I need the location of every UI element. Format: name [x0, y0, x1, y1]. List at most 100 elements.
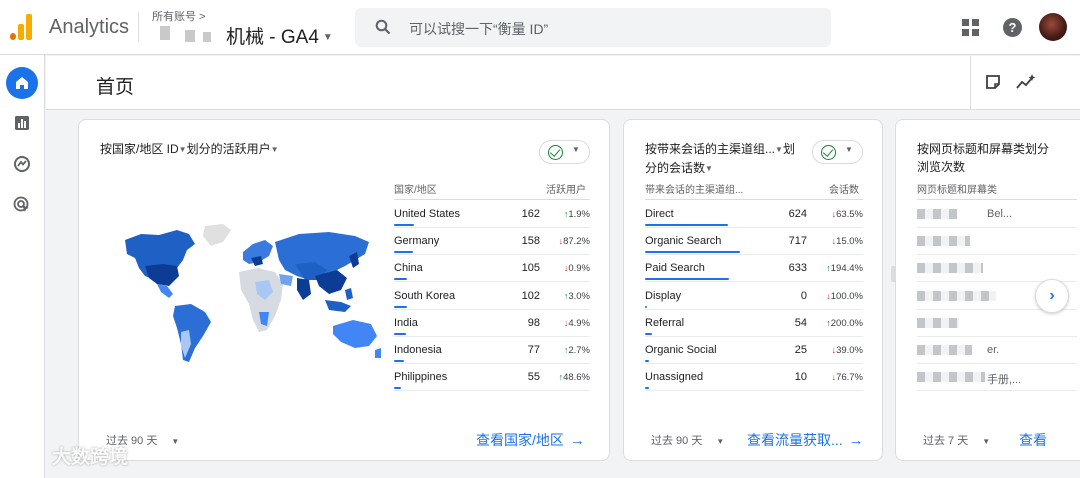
row-value: 25	[794, 344, 807, 356]
watermark-logo-icon	[10, 447, 43, 467]
table-row[interactable]: China 105 ↓0.9%	[394, 255, 590, 283]
chevron-down-icon: ▼	[716, 436, 725, 446]
apps-grid-icon[interactable]	[962, 19, 979, 36]
view-acquisition-link[interactable]: 查看流量获取... →	[747, 430, 864, 450]
view-countries-link[interactable]: 查看国家/地区 →	[476, 430, 585, 450]
table-row[interactable]: Paid Search 633 ↑194.4%	[645, 255, 863, 283]
row-change: ↑200.0%	[826, 317, 863, 329]
row-value-bar	[394, 305, 407, 308]
redacted-block	[160, 26, 170, 40]
explore-icon[interactable]	[6, 148, 38, 180]
account-breadcrumb[interactable]: 所有账号 >	[152, 8, 205, 24]
table-row[interactable]	[917, 228, 1077, 256]
insights-icon[interactable]	[1016, 73, 1036, 91]
column-header-dimension[interactable]: 带来会话的主渠道组...	[645, 181, 743, 196]
row-label: United States	[394, 208, 461, 220]
card-title[interactable]: 按网页标题和屏幕类划分 浏览次数	[917, 140, 1049, 176]
row-value-bar	[394, 360, 404, 362]
row-change: ↓4.9%	[563, 317, 590, 329]
view-pages-link[interactable]: 查看	[1019, 430, 1047, 450]
row-label: Philippines	[394, 371, 448, 384]
table-row[interactable]	[917, 310, 1077, 337]
table-row[interactable]: Organic Social 25 ↓39.0%	[645, 337, 863, 364]
table-row[interactable]: Display 0 ↓100.0%	[645, 283, 863, 310]
row-value-bar	[394, 224, 414, 226]
redacted-block	[917, 263, 983, 274]
home-icon[interactable]	[6, 67, 38, 99]
table-row[interactable]: Unassigned 10 ↓76.7%	[645, 364, 863, 392]
customize-icon[interactable]	[985, 74, 1001, 90]
search-placeholder: 可以试搜一下“衡量 ID”	[409, 21, 549, 37]
column-header-metric[interactable]: 会话数	[829, 181, 859, 196]
table-row[interactable]: 手册,...	[917, 364, 1077, 392]
row-value: 633	[788, 262, 807, 275]
row-value: 77	[527, 344, 540, 356]
date-range-selector[interactable]: 过去 7 天 ▼	[923, 432, 990, 448]
row-value-bar	[645, 305, 647, 308]
search-icon	[375, 19, 391, 35]
search-box[interactable]: 可以试搜一下“衡量 ID”	[355, 8, 831, 47]
redacted-block	[203, 32, 211, 42]
redacted-block	[917, 290, 996, 301]
card-sessions-by-channel: 按带来会话的主渠道组...▼划 分的会话数▼ ▼ 带来会话的主渠道组... 会话…	[623, 119, 883, 461]
row-change: ↓76.7%	[831, 372, 863, 384]
data-quality-check-button[interactable]: ▼	[539, 140, 590, 164]
divider	[138, 12, 139, 42]
column-header-dimension[interactable]: 国家/地区	[394, 181, 437, 196]
table-row[interactable]: Organic Search 717 ↓15.0%	[645, 228, 863, 256]
analytics-logo-icon[interactable]	[10, 14, 34, 40]
row-value-bar	[645, 224, 728, 226]
property-name: 机械 - GA4	[226, 27, 319, 48]
table-row[interactable]: er.	[917, 337, 1077, 364]
row-value: 102	[521, 289, 540, 302]
row-value: 55	[527, 371, 540, 384]
row-change: ↓15.0%	[831, 236, 863, 248]
help-icon[interactable]: ?	[1003, 18, 1022, 37]
row-value: 0	[800, 289, 807, 302]
row-value-bar	[645, 387, 649, 390]
redacted-block	[917, 236, 970, 247]
row-value-bar	[645, 251, 740, 254]
avatar[interactable]	[1039, 13, 1067, 41]
row-value-bar	[645, 332, 653, 335]
table-row[interactable]: United States 162 ↑1.9%	[394, 201, 590, 228]
data-quality-check-button[interactable]: ▼	[812, 140, 863, 164]
top-app-bar: Analytics 所有账号 > 机械 - GA4 ▼ 可以试搜一下“衡量 ID”…	[0, 0, 1080, 55]
table-row[interactable]: Referral 54 ↑200.0%	[645, 310, 863, 337]
card-title[interactable]: 按带来会话的主渠道组...▼划 分的会话数▼	[645, 140, 795, 178]
table-row[interactable]: India 98 ↓4.9%	[394, 310, 590, 337]
app-name: Analytics	[49, 16, 130, 38]
row-value: 105	[521, 262, 540, 275]
row-label: 手册,...	[987, 374, 1022, 387]
chevron-down-icon: ▼	[982, 436, 991, 446]
divider	[917, 199, 1077, 200]
row-label: China	[394, 262, 423, 275]
page-header: 首页	[46, 56, 1080, 110]
table-row[interactable]: Indonesia 77 ↑2.7%	[394, 337, 590, 364]
row-label: Germany	[394, 235, 440, 248]
row-change: ↑2.7%	[563, 345, 590, 356]
table-row[interactable]: Germany 158 ↓87.2%	[394, 228, 590, 256]
row-label: Organic Social	[645, 344, 717, 356]
table-row[interactable]: South Korea 102 ↑3.0%	[394, 283, 590, 310]
advertising-icon[interactable]	[6, 189, 38, 221]
redacted-block	[917, 372, 985, 383]
column-header-dimension[interactable]: 网页标题和屏幕类	[917, 181, 997, 196]
row-value: 162	[521, 208, 540, 220]
column-header-metric[interactable]: 活跃用户	[546, 181, 586, 196]
chevron-down-icon: ▼	[705, 163, 713, 173]
property-selector[interactable]: 机械 - GA4 ▼	[226, 22, 333, 49]
card-title[interactable]: 按国家/地区 ID▼划分的活跃用户▼	[100, 140, 279, 159]
row-label: Paid Search	[645, 262, 705, 275]
redacted-block	[917, 209, 957, 219]
row-label: Organic Search	[645, 235, 722, 248]
table-row[interactable]: Bel...	[917, 201, 1077, 228]
table-row[interactable]: Philippines 55 ↑48.6%	[394, 364, 590, 392]
reports-icon[interactable]	[6, 107, 38, 139]
chevron-right-icon[interactable]: ›	[1035, 279, 1069, 313]
row-change: ↑3.0%	[563, 290, 590, 302]
chevron-down-icon: ▼	[171, 436, 180, 446]
table-row[interactable]: Direct 624 ↓63.5%	[645, 201, 863, 228]
row-value-bar	[394, 332, 406, 335]
date-range-selector[interactable]: 过去 90 天 ▼	[651, 432, 724, 448]
